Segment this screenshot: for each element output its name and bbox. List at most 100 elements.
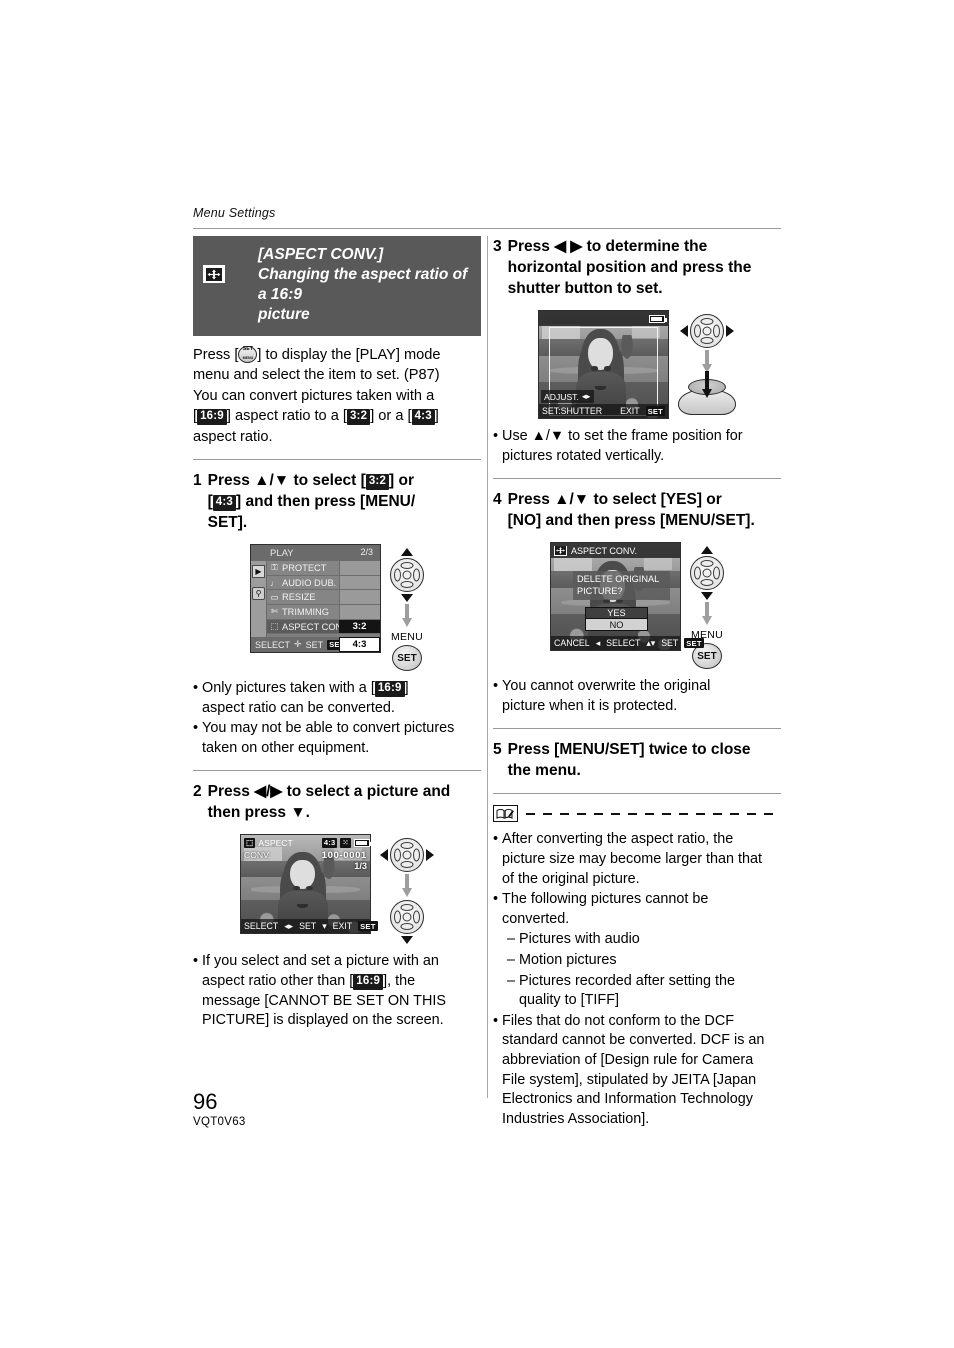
adjust-position-screen: ADJUST. ◂▸ SET:SHUTTER EXIT SET — [538, 310, 669, 419]
wrench-tab-icon[interactable]: ⚲ — [252, 587, 265, 601]
pad-right[interactable] — [413, 568, 420, 582]
pad-center[interactable] — [702, 326, 712, 336]
menu-row-trimming-label: TRIMMING — [282, 606, 329, 617]
note-6-line1: Files that do not conform to the DCF — [502, 1012, 734, 1029]
menu-set-button[interactable]: SET — [392, 645, 422, 672]
pad-down[interactable] — [700, 579, 714, 587]
aspect-badge-4-3: 4:3 — [411, 408, 435, 425]
step-4-note-line1: You cannot overwrite the original — [502, 678, 711, 695]
cursor-pad[interactable] — [690, 314, 724, 348]
step-3-line3: shutter button to set. — [507, 280, 663, 297]
menu-row-protect[interactable]: ⚿ PROTECT — [267, 561, 380, 576]
step-1: 1 Press ▲/▼ to select [3:2] or [4:3] and… — [193, 470, 481, 533]
fine-quality-icon: ⁙ — [340, 837, 351, 848]
play-menu-title-bar: PLAY 2/3 — [251, 545, 380, 562]
play-menu-footer-select: SELECT — [255, 639, 291, 650]
press-down-arrow-icon — [702, 371, 712, 401]
section-title-text: [ASPECT CONV.] Changing the aspect ratio… — [232, 245, 471, 325]
pad-right[interactable] — [713, 324, 720, 338]
pad-right[interactable] — [413, 848, 420, 862]
figure-select-picture: ⬚ ASPECT 4:3 ⁙ CONV. 100-0001 1/3 SELECT… — [193, 834, 481, 945]
note-6-line2: standard cannot be converted. DCF is an — [502, 1032, 765, 1049]
right-arrow-icon — [426, 849, 434, 862]
play-tab-icon[interactable]: ▶ — [252, 565, 265, 579]
cursor-pad[interactable] — [390, 900, 424, 935]
confirm-option-yes[interactable]: YES — [585, 607, 648, 620]
intro-line4b: ] aspect ratio to a [ — [226, 408, 347, 425]
pad-down[interactable] — [400, 923, 414, 931]
menu-row-resize[interactable]: ▭ RESIZE — [267, 590, 380, 606]
note-2-line2: converted. — [502, 910, 570, 927]
step-3-text: Press ◀ ▶ to determine the horizontal po… — [508, 236, 752, 299]
pad-left[interactable] — [394, 568, 401, 582]
note-5-line1: Pictures recorded after setting the — [519, 972, 735, 989]
step-2-note-line2b: ], the — [383, 973, 416, 989]
step-1-badge-3-2: 3:2 — [365, 473, 390, 490]
menu-label: MENU — [390, 631, 424, 644]
header-divider — [193, 228, 781, 229]
note-1-line2: picture size may become larger than that — [502, 850, 763, 867]
pad-down[interactable] — [400, 581, 414, 589]
pad-left[interactable] — [394, 848, 401, 862]
menu-row-audio-dub[interactable]: ♩ AUDIO DUB. — [267, 575, 380, 591]
step-1-line1b: ] or — [389, 472, 415, 490]
play-menu-option-4-3[interactable]: 4:3 — [339, 637, 380, 653]
down-arrow-icon — [701, 592, 713, 601]
pad-up[interactable] — [400, 562, 414, 570]
menu-row-resize-value — [339, 590, 380, 605]
cursor-pad[interactable] — [390, 558, 424, 593]
footer-cancel-label: CANCEL — [554, 638, 590, 649]
pad-right[interactable] — [413, 910, 420, 924]
menu-row-trimming-value — [339, 605, 380, 619]
pad-center[interactable] — [402, 570, 412, 580]
pad-center[interactable] — [702, 568, 712, 578]
confirm-message-line2: PICTURE? — [577, 585, 623, 596]
note-6-line4: File system], stipulated by JEITA [Japan — [502, 1071, 757, 1088]
confirm-option-no[interactable]: NO — [585, 619, 648, 632]
pad-center[interactable] — [402, 912, 412, 922]
pad-up[interactable] — [400, 842, 414, 850]
pad-center[interactable] — [402, 850, 412, 860]
cursor-pad[interactable] — [390, 838, 424, 873]
step-1-note-2-line1: You may not be able to convert pictures — [202, 720, 455, 737]
step-2-line2: then press ▼. — [207, 804, 310, 822]
pad-right[interactable] — [713, 566, 720, 580]
step-2-text: Press ◀/▶ to select a picture and then p… — [208, 781, 451, 823]
adjust-top-bar — [539, 311, 668, 326]
right-arrow-icon — [726, 325, 734, 337]
pad-up[interactable] — [700, 560, 714, 568]
flow-arrow-down-icon — [701, 602, 713, 626]
select-picture-screen: ⬚ ASPECT 4:3 ⁙ CONV. 100-0001 1/3 SELECT… — [240, 834, 378, 935]
pad-up[interactable] — [700, 318, 714, 325]
intro-line4d: ] — [434, 408, 439, 425]
down-arrow-small-icon: ▾ — [322, 920, 327, 931]
left-column: [ASPECT CONV.] Changing the aspect ratio… — [193, 236, 481, 1031]
divider-after-intro — [193, 459, 481, 461]
step-2-note-line3: message [CANNOT BE SET ON THIS — [202, 992, 446, 1009]
pad-up[interactable] — [400, 904, 414, 912]
pad-left[interactable] — [694, 566, 701, 580]
pad-down[interactable] — [400, 861, 414, 869]
divider-before-notes — [493, 793, 781, 795]
pad-left[interactable] — [694, 324, 701, 338]
shutter-button[interactable] — [678, 371, 736, 415]
pad-left[interactable] — [394, 910, 401, 924]
intro-line5: aspect ratio. — [193, 428, 273, 445]
bullet-dot: • — [493, 891, 499, 908]
left-arrow-icon — [680, 325, 688, 337]
page-number: 96 — [193, 1089, 218, 1114]
left-arrow-small-icon: ◂ — [595, 637, 601, 648]
step-3-note-1: • Use ▲/▼ to set the frame position for … — [493, 427, 781, 466]
down-arrow-icon — [401, 936, 413, 945]
bullet-dot: • — [493, 831, 499, 848]
cursor-pad[interactable] — [690, 556, 724, 591]
step-1-note-2: • You may not be able to convert picture… — [193, 719, 481, 758]
step-1-note-1: • Only pictures taken with a [16:9] aspec… — [193, 679, 481, 718]
step-3: 3 Press ◀ ▶ to determine the horizontal … — [493, 236, 781, 299]
menu-row-trimming[interactable]: ✄ TRIMMING — [267, 605, 380, 620]
menu-row-aspect-conv[interactable]: ⬚ ASPECT CONV. 3:2 — [267, 619, 380, 635]
step-2-note-line2a: aspect ratio other than [ — [202, 973, 354, 989]
badge-16-9: 16:9 — [374, 680, 405, 697]
left-right-pad-row — [680, 314, 734, 348]
pad-down[interactable] — [700, 337, 714, 344]
